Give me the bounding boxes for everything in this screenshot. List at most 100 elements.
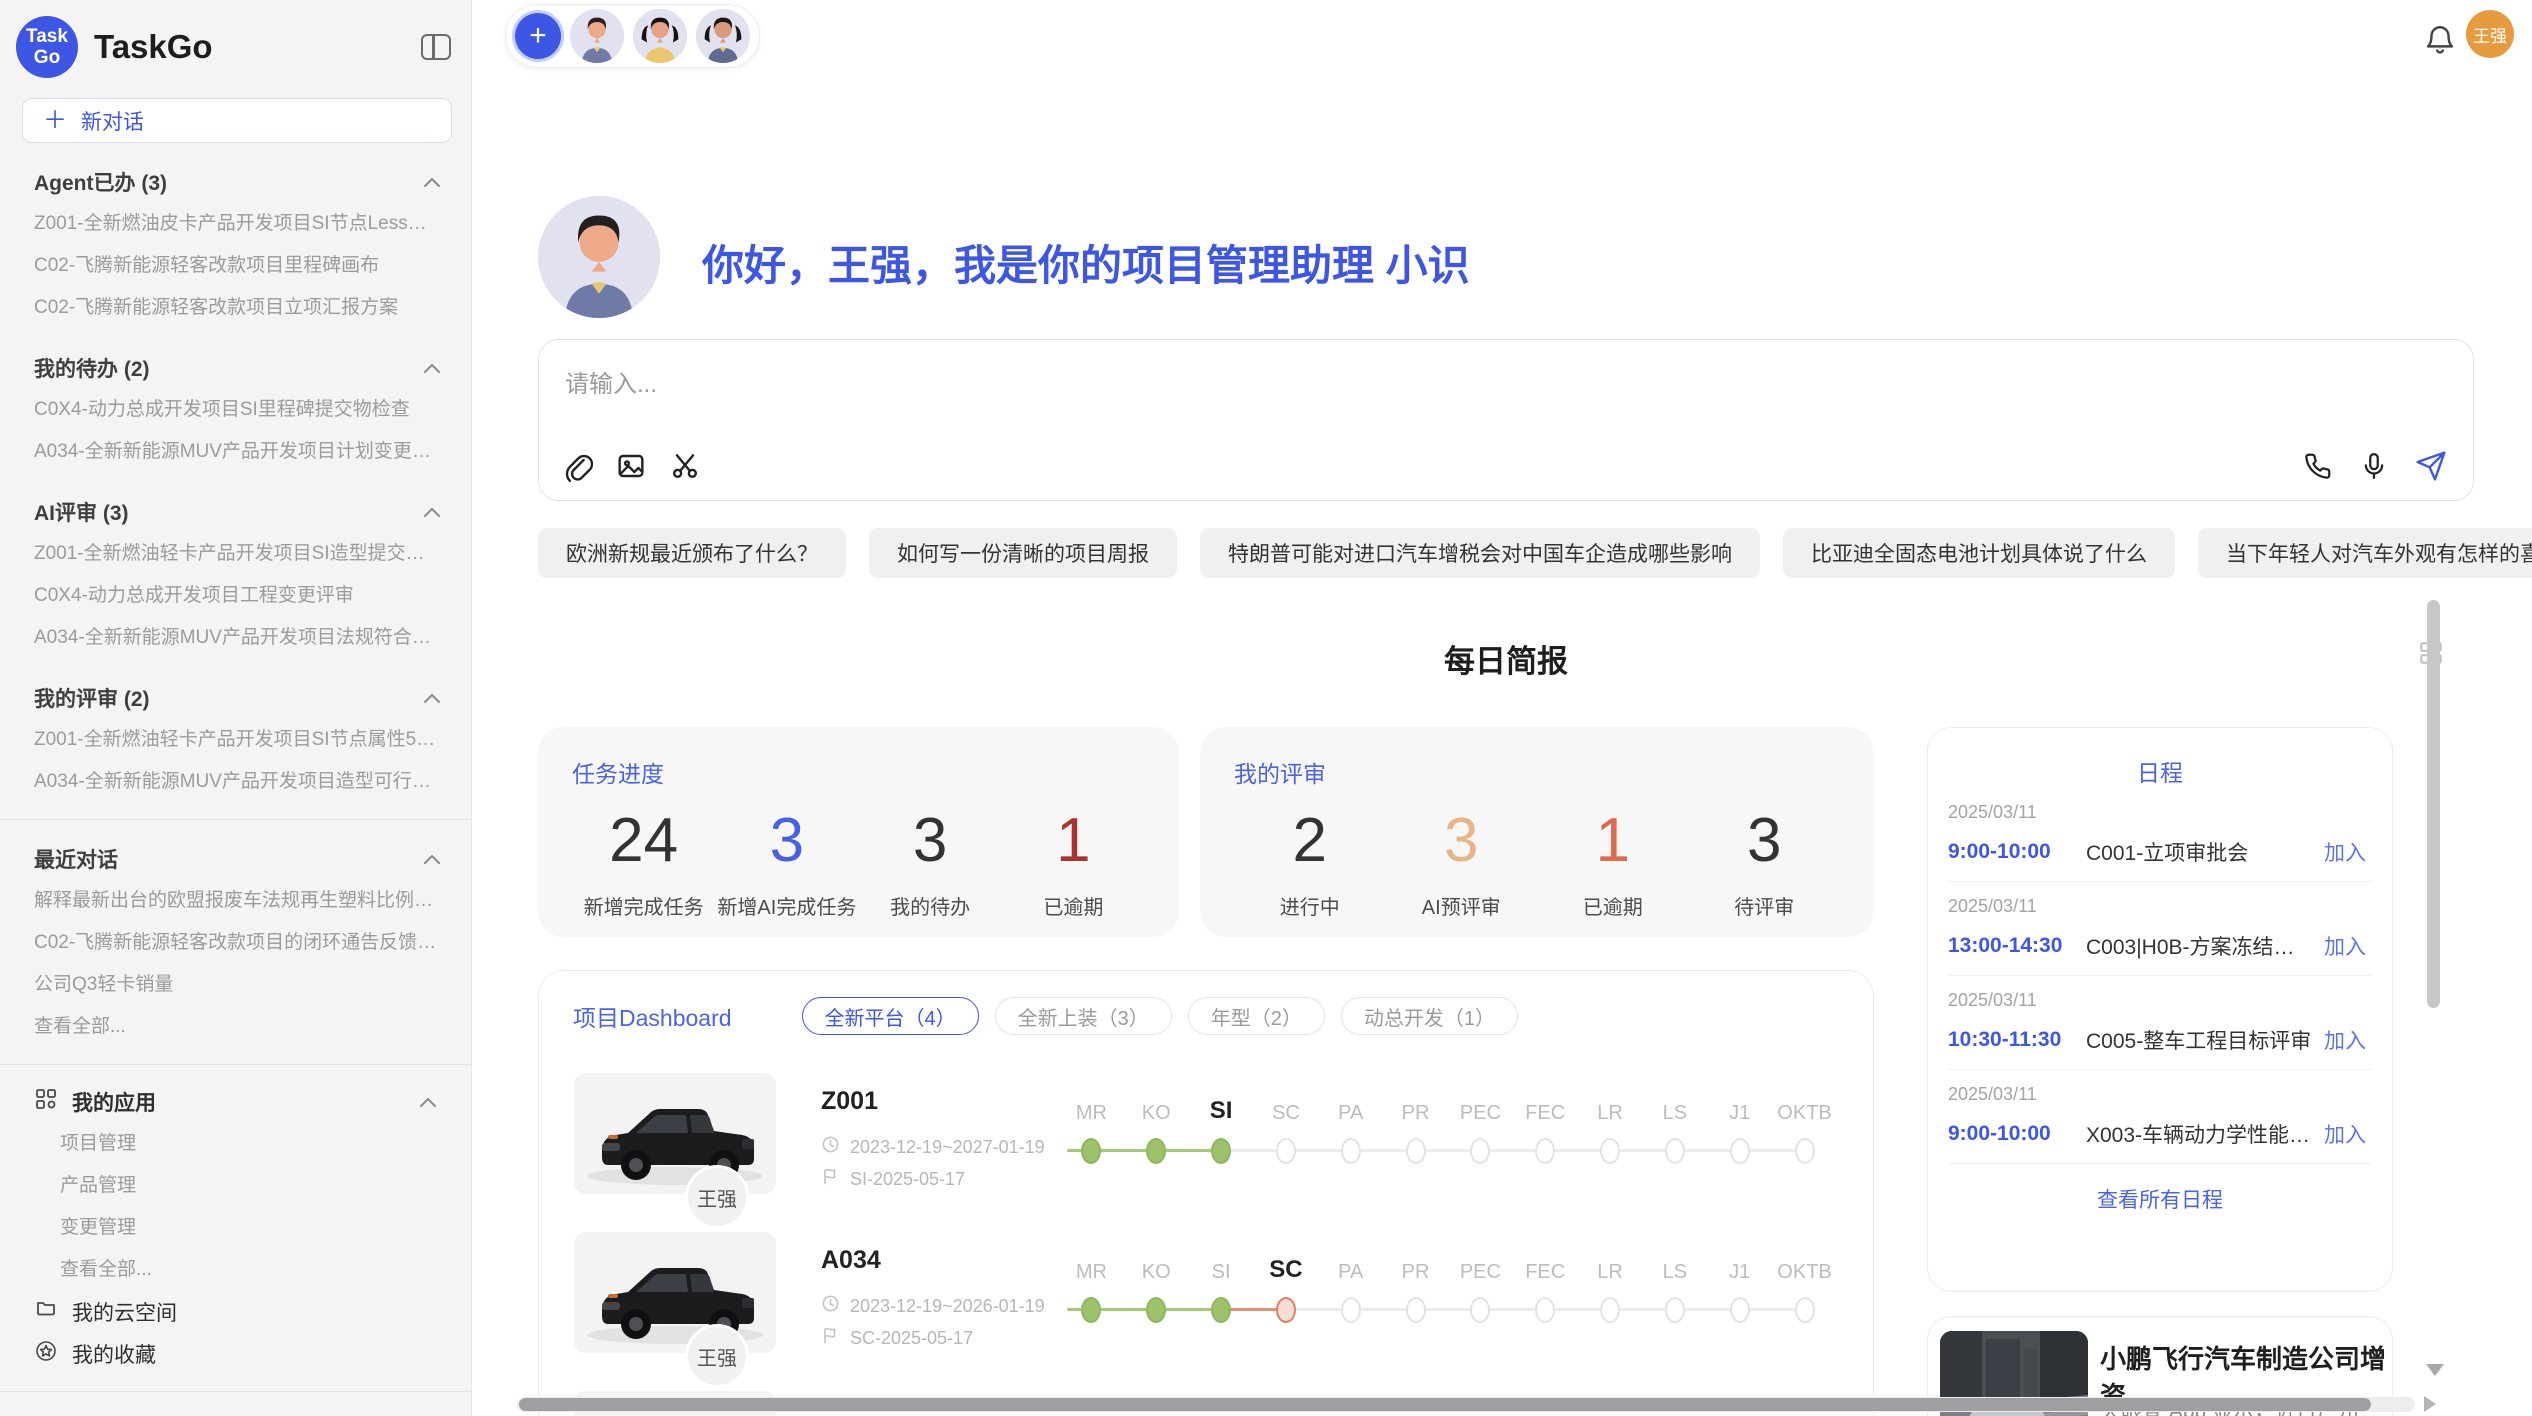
stat-label: AI预评审	[1386, 891, 1538, 920]
schedule-entry-line: 13:00-14:30C003|H0B-方案冻结评审加入	[1948, 931, 2366, 961]
stat-label: 已逾期	[1537, 891, 1689, 920]
sidebar-section-title[interactable]: 我的评审 (2)	[0, 677, 471, 719]
milestone-dot-future	[1665, 1138, 1685, 1164]
milestone-dot-cell	[1642, 1138, 1707, 1164]
chevron-up-icon[interactable]	[423, 177, 441, 188]
new-chat-button[interactable]: ＋ 新对话	[22, 98, 452, 143]
dashboard-tab[interactable]: 年型（2）	[1188, 997, 1325, 1035]
image-icon[interactable]	[615, 450, 647, 482]
join-meeting-link[interactable]: 加入	[2324, 837, 2366, 867]
milestone-dot-done	[1211, 1297, 1231, 1323]
dashboard-tab[interactable]: 全新上装（3）	[995, 997, 1172, 1035]
sidebar-link-favorites[interactable]: 我的收藏	[0, 1333, 471, 1375]
scroll-right-arrow-icon[interactable]	[2424, 1396, 2436, 1412]
scissors-icon[interactable]	[669, 450, 701, 482]
join-meeting-link[interactable]: 加入	[2324, 1025, 2366, 1055]
sidebar-task-item[interactable]: C02-飞腾新能源轻客改款项目里程碑画布	[0, 245, 471, 287]
app-item[interactable]: 查看全部...	[0, 1249, 471, 1291]
mic-icon[interactable]	[2359, 451, 2389, 481]
schedule-event-title: C003|H0B-方案冻结评审	[2086, 931, 2312, 961]
suggestion-chip[interactable]: 当下年轻人对汽车外观有怎样的喜好趋势	[2198, 528, 2532, 578]
task-progress-card: 任务进度24新增完成任务3新增AI完成任务3我的待办1已逾期	[538, 727, 1179, 937]
recent-chat-item[interactable]: 查看全部...	[0, 1006, 471, 1048]
milestone-label: PEC	[1448, 1102, 1513, 1127]
project-dates-text: 2023-12-19~2026-01-19	[850, 1296, 1045, 1317]
sidebar-task-item[interactable]: C02-飞腾新能源轻客改款项目立项汇报方案	[0, 287, 471, 329]
chat-input[interactable]: 请输入...	[538, 339, 2474, 501]
notification-bell-icon[interactable]	[2423, 22, 2457, 63]
project-vehicle-image	[574, 1232, 776, 1353]
app-item[interactable]: 产品管理	[0, 1165, 471, 1207]
chevron-up-icon[interactable]	[423, 363, 441, 374]
project-row[interactable]: 王强Z0012023-12-19~2027-01-19SI-2025-05-17…	[539, 1073, 1873, 1194]
stat-label: 新增AI完成任务	[715, 891, 858, 920]
sidebar-section-title[interactable]: AI评审 (3)	[0, 491, 471, 533]
schedule-time: 10:30-11:30	[1948, 1028, 2086, 1052]
schedule-time: 9:00-10:00	[1948, 840, 2086, 864]
horizontal-scrollbar-track[interactable]	[517, 1397, 2415, 1412]
sidebar-task-item[interactable]: A034-全新新能源MUV产品开发项目造型可行性评审	[0, 761, 471, 803]
my-apps-header[interactable]: 我的应用	[0, 1081, 471, 1123]
agent-avatar-1[interactable]	[570, 9, 624, 63]
phone-icon[interactable]	[2303, 451, 2333, 481]
recent-chat-item[interactable]: 解释最新出台的欧盟报废车法规再生塑料比例被调至15%...	[0, 880, 471, 922]
sidebar-task-item[interactable]: Z001-全新燃油轻卡产品开发项目SI节点属性5D文件评审	[0, 719, 471, 761]
dashboard-tab[interactable]: 动总开发（1）	[1341, 997, 1518, 1035]
briefing-title: 每日简报	[1444, 644, 1568, 679]
recent-chat-item[interactable]: C02-飞腾新能源轻客改款项目的闭环通告反馈情况	[0, 922, 471, 964]
milestone-dot-cell	[1642, 1297, 1707, 1323]
send-icon[interactable]	[2415, 450, 2447, 482]
dashboard-tab[interactable]: 全新平台（4）	[802, 997, 979, 1035]
sidebar-task-item[interactable]: A034-全新新能源MUV产品开发项目法规符合性评审	[0, 617, 471, 659]
chevron-up-icon[interactable]	[423, 854, 441, 865]
milestone-dot-cell	[1448, 1297, 1513, 1323]
milestone-label: SC	[1253, 1256, 1318, 1286]
stat-value: 1	[1537, 807, 1689, 875]
suggestion-chip[interactable]: 欧洲新规最近颁布了什么？	[538, 528, 846, 578]
sidebar-task-item[interactable]: Z001-全新燃油皮卡产品开发项目SI节点Lesson Learn报告	[0, 203, 471, 245]
app-item[interactable]: 项目管理	[0, 1123, 471, 1165]
project-code: A034	[821, 1246, 881, 1275]
suggestion-chip[interactable]: 特朗普可能对进口汽车增税会对中国车企造成哪些影响	[1200, 528, 1760, 578]
milestone-dot-cell	[1448, 1138, 1513, 1164]
stat-value: 3	[715, 807, 858, 875]
divider	[0, 1064, 471, 1065]
suggestion-chip[interactable]: 比亚迪全固态电池计划具体说了什么	[1783, 528, 2175, 578]
attach-icon[interactable]	[561, 450, 593, 482]
sidebar-section-title[interactable]: Agent已办 (3)	[0, 161, 471, 203]
chevron-up-icon[interactable]	[423, 693, 441, 704]
sidebar-link-cloud-space[interactable]: 我的云空间	[0, 1291, 471, 1333]
join-meeting-link[interactable]: 加入	[2324, 931, 2366, 961]
horizontal-scrollbar-thumb[interactable]	[519, 1398, 2371, 1411]
user-avatar[interactable]: 王强	[2466, 10, 2514, 58]
stat-row: 24新增完成任务3新增AI完成任务3我的待办1已逾期	[572, 807, 1145, 920]
app-item[interactable]: 变更管理	[0, 1207, 471, 1249]
recent-chat-item[interactable]: 公司Q3轻卡销量	[0, 964, 471, 1006]
sidebar-task-item[interactable]: A034-全新新能源MUV产品开发项目计划变更表编写	[0, 431, 471, 473]
milestone-dot-cell	[1578, 1297, 1643, 1323]
add-agent-button[interactable]: +	[515, 13, 561, 59]
agent-avatar-2[interactable]	[633, 9, 687, 63]
sidebar-section-title[interactable]: 我的待办 (2)	[0, 347, 471, 389]
milestone-dot-cell	[1383, 1297, 1448, 1323]
sidebar-tool-ai-staff[interactable]: AI超级员工	[0, 1408, 471, 1416]
app-title: TaskGo	[94, 28, 421, 66]
vertical-scrollbar-thumb[interactable]	[2427, 600, 2440, 1008]
scroll-down-arrow-icon[interactable]	[2426, 1364, 2444, 1376]
sidebar-scroll-area: Agent已办 (3)Z001-全新燃油皮卡产品开发项目SI节点Lesson L…	[0, 161, 471, 1416]
join-meeting-link[interactable]: 加入	[2324, 1119, 2366, 1149]
recent-chats-title[interactable]: 最近对话	[0, 838, 471, 880]
taskgo-app: { "app": { "name": "TaskGo", "logo_line1…	[0, 0, 2532, 1416]
sidebar-task-item[interactable]: Z001-全新燃油轻卡产品开发项目SI造型提交物评审	[0, 533, 471, 575]
agent-avatar-3[interactable]	[696, 9, 750, 63]
sidebar-task-item[interactable]: C0X4-动力总成开发项目工程变更评审	[0, 575, 471, 617]
view-all-schedule-link[interactable]: 查看所有日程	[1928, 1184, 2392, 1214]
suggestion-chip[interactable]: 如何写一份清晰的项目周报	[869, 528, 1177, 578]
sidebar-task-item[interactable]: C0X4-动力总成开发项目SI里程碑提交物检查	[0, 389, 471, 431]
sidebar-collapse-icon[interactable]	[421, 34, 451, 60]
project-row[interactable]: 王强A0342023-12-19~2026-01-19SC-2025-05-17…	[539, 1232, 1873, 1353]
project-vehicle-image	[574, 1073, 776, 1194]
chevron-up-icon[interactable]	[419, 1097, 437, 1108]
milestone-label: LS	[1642, 1102, 1707, 1127]
chevron-up-icon[interactable]	[423, 507, 441, 518]
